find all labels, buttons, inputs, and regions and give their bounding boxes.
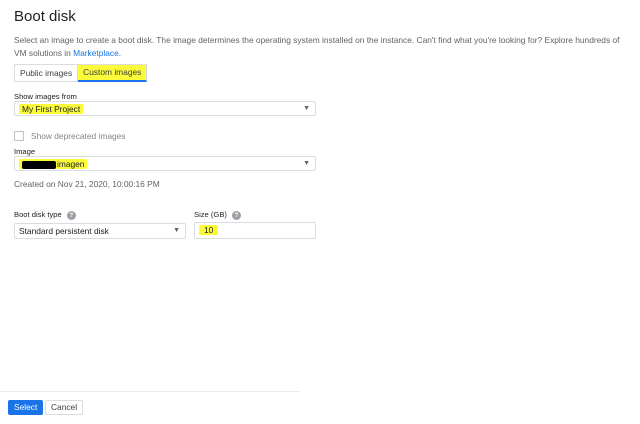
size-value: 10 xyxy=(199,225,219,236)
select-button[interactable]: Select xyxy=(8,400,44,415)
size-value-text: 10 xyxy=(199,225,219,235)
chevron-down-icon: ▼ xyxy=(303,105,310,112)
deprecated-images-label: Show deprecated images xyxy=(31,131,126,141)
page-title: Boot disk xyxy=(14,8,76,25)
image-source-tabs: Public images Custom images xyxy=(14,64,148,82)
deprecated-images-checkbox[interactable] xyxy=(14,131,24,141)
show-images-from-value: My First Project xyxy=(19,103,84,115)
size-label-text: Size (GB) xyxy=(194,210,227,219)
cancel-button[interactable]: Cancel xyxy=(45,400,84,415)
marketplace-link[interactable]: Marketplace xyxy=(73,48,119,58)
image-value: imagen xyxy=(19,158,88,170)
chevron-down-icon: ▼ xyxy=(303,160,310,167)
size-input[interactable]: 10 xyxy=(194,222,316,239)
boot-disk-type-label-text: Boot disk type xyxy=(14,210,62,219)
description-suffix: . xyxy=(118,47,122,58)
boot-disk-type-label: Boot disk type? xyxy=(14,210,76,220)
show-images-from-select[interactable]: My First Project ▼ xyxy=(14,101,316,116)
description: Select an image to create a boot disk. T… xyxy=(14,34,626,59)
footer-divider xyxy=(0,391,300,392)
help-icon[interactable]: ? xyxy=(231,210,241,220)
image-label: Image xyxy=(14,147,36,156)
boot-disk-type-value: Standard persistent disk xyxy=(19,226,109,236)
show-images-from-label: Show images from xyxy=(14,92,77,101)
image-select[interactable]: imagen ▼ xyxy=(14,156,316,171)
image-value-highlight: imagen xyxy=(19,159,88,169)
show-images-from-text: My First Project xyxy=(19,104,84,114)
image-value-text: imagen xyxy=(57,159,85,169)
tab-public-images[interactable]: Public images xyxy=(14,64,79,82)
boot-disk-panel: Boot disk Select an image to create a bo… xyxy=(0,0,640,424)
image-created-date: Created on Nov 21, 2020, 10:00:16 PM xyxy=(14,179,160,189)
tab-custom-images[interactable]: Custom images xyxy=(78,64,148,82)
size-label: Size (GB)? xyxy=(194,210,241,220)
boot-disk-type-select[interactable]: Standard persistent disk ▼ xyxy=(14,223,186,239)
help-icon[interactable]: ? xyxy=(66,210,76,220)
deprecated-images-row[interactable]: Show deprecated images xyxy=(14,131,126,141)
chevron-down-icon: ▼ xyxy=(173,227,180,234)
redaction-mark xyxy=(22,160,56,169)
